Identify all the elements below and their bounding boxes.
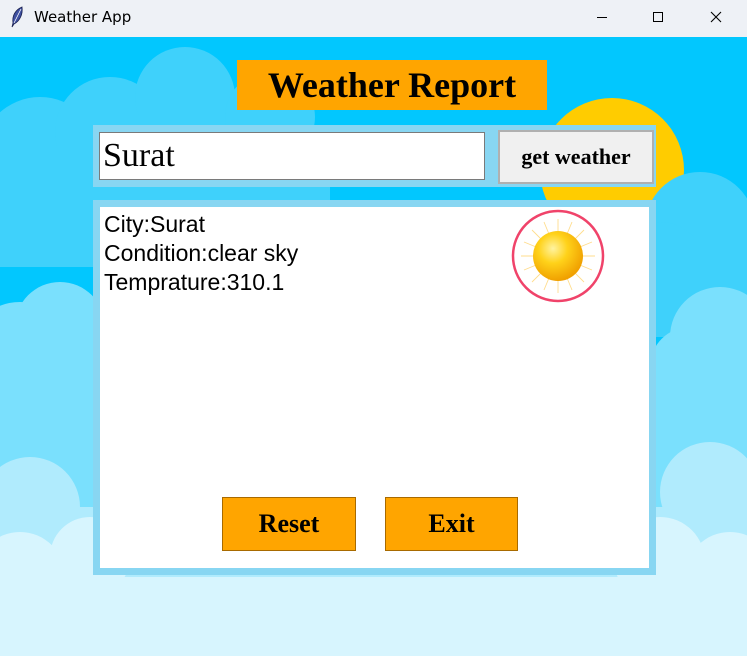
maximize-button[interactable] (630, 0, 686, 33)
condition-result: Condition:clear sky (104, 240, 299, 266)
app-window-content: Weather Report Surat get weather City:Su… (0, 37, 747, 656)
window-title: Weather App (34, 8, 132, 26)
minimize-icon (597, 16, 607, 18)
title-bar: Weather App (0, 0, 747, 37)
sun-icon (511, 209, 605, 303)
temperature-result: Temprature:310.1 (104, 269, 285, 295)
maximize-icon (653, 11, 663, 22)
close-button[interactable] (688, 0, 744, 33)
page-title: Weather Report (237, 60, 547, 110)
city-result: City:Surat (104, 211, 205, 237)
exit-button[interactable]: Exit (385, 497, 518, 551)
get-weather-button[interactable]: get weather (498, 130, 654, 184)
city-input[interactable]: Surat (99, 132, 485, 180)
feather-icon (11, 6, 23, 28)
close-icon (710, 11, 722, 22)
minimize-button[interactable] (574, 0, 630, 33)
reset-button[interactable]: Reset (222, 497, 356, 551)
